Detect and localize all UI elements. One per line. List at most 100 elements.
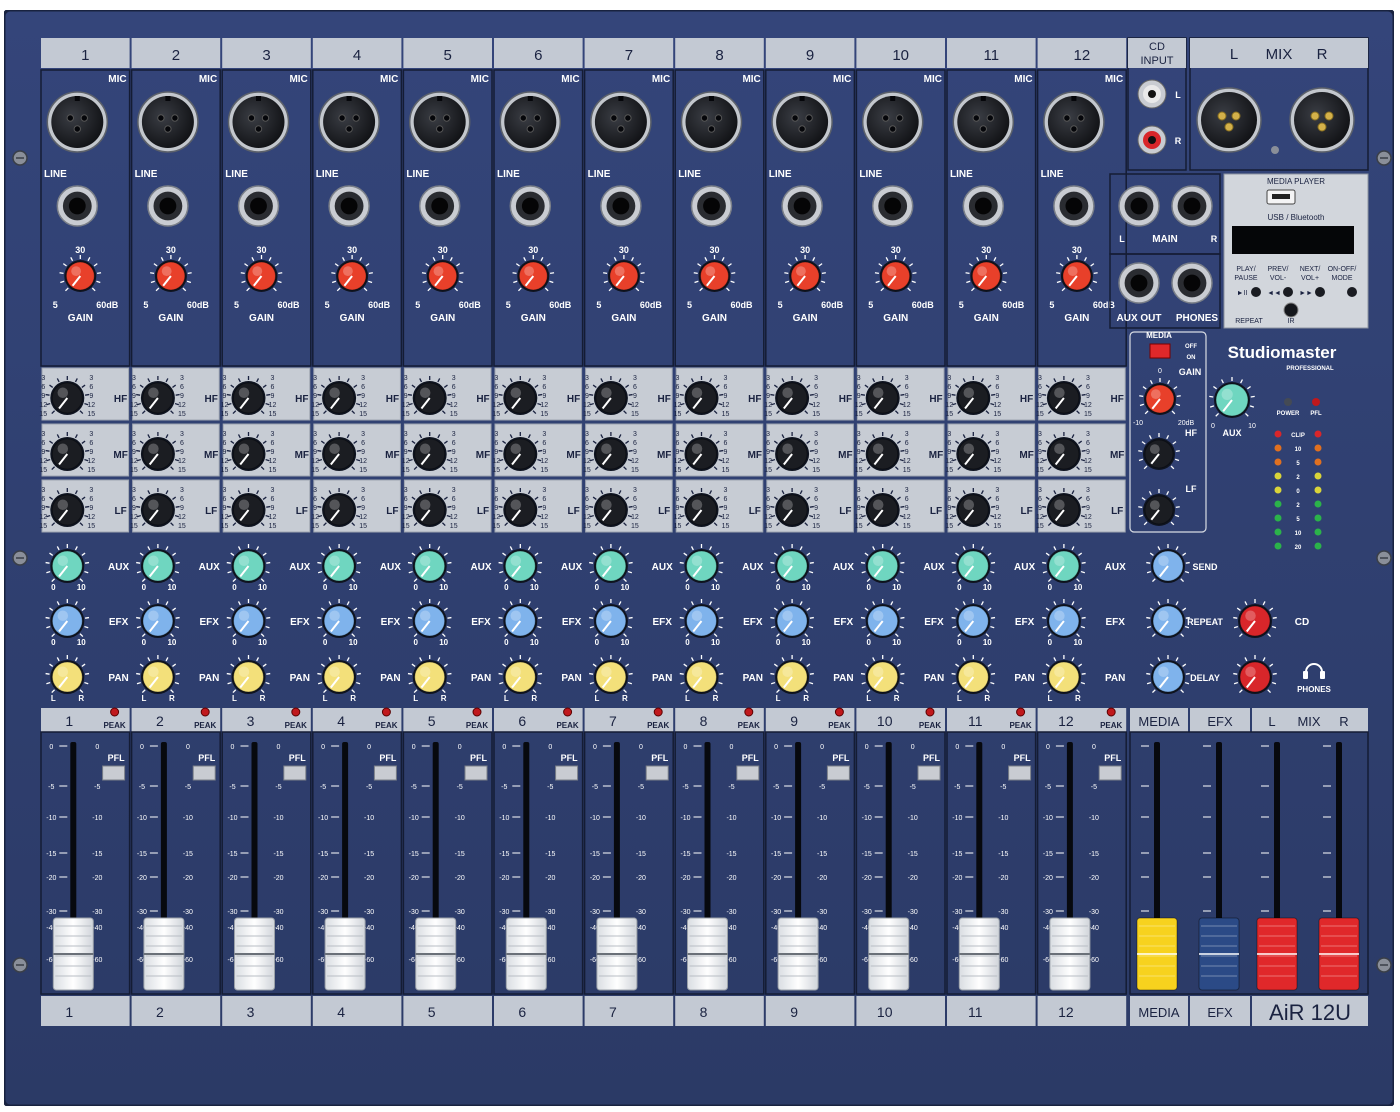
pan-knob-1[interactable]	[51, 661, 83, 693]
media-switch[interactable]	[1149, 343, 1171, 359]
eq-scale-right: 3	[89, 431, 93, 438]
knob-min-label: 0	[866, 638, 871, 647]
media-button-1[interactable]	[1283, 287, 1293, 297]
fader-scale-left: -20	[499, 875, 509, 882]
eq-scale-left: 6	[857, 440, 861, 447]
fader-scale-right: -5	[728, 784, 734, 791]
fader-scale-left: -30	[590, 909, 600, 916]
knob-max-label: 10	[349, 638, 358, 647]
eq-scale-left: 3	[766, 487, 770, 494]
jack-hole	[884, 197, 902, 215]
knob-tick	[150, 272, 155, 274]
eq-scale-right: 3	[542, 431, 546, 438]
fader-scale-right: -10	[908, 815, 918, 822]
fader-scale-right: -30	[545, 909, 555, 916]
media-button-label: MODE	[1332, 275, 1353, 282]
pfl-button-7[interactable]	[645, 765, 669, 781]
pfl-button-11[interactable]	[1008, 765, 1032, 781]
xlr-key	[165, 96, 171, 101]
fader-scale-left: -20	[318, 875, 328, 882]
eq-hf-knob-1[interactable]	[51, 382, 83, 414]
efx-knob-1[interactable]	[51, 605, 83, 637]
eq-scale-left: 15	[945, 411, 953, 418]
eq-scale-left: 15	[855, 411, 863, 418]
knob-highlight	[329, 499, 340, 510]
eq-scale-left: 15	[945, 523, 953, 530]
fader-scale-left: -5	[864, 784, 870, 791]
eq-scale-left: 12	[764, 402, 772, 409]
knob-highlight	[1054, 387, 1065, 398]
eq-scale-left: 6	[766, 440, 770, 447]
knob-max-label: 10	[620, 638, 629, 647]
eq-lf-knob-1[interactable]	[51, 494, 83, 526]
pfl-button-2[interactable]	[192, 765, 216, 781]
phones-out-label: PHONES	[1176, 313, 1219, 324]
media-button-2[interactable]	[1315, 287, 1325, 297]
eq-hf-label: HF	[839, 394, 852, 405]
aux-knob-1[interactable]	[51, 550, 83, 582]
knob-max-label: 10	[1073, 583, 1082, 592]
pfl-button-6[interactable]	[555, 765, 579, 781]
xlr-body	[776, 96, 829, 148]
eq-scale-right: 9	[180, 393, 184, 400]
knob-highlight	[510, 666, 522, 677]
pfl-button-3[interactable]	[283, 765, 307, 781]
media-button-3[interactable]	[1347, 287, 1357, 297]
pan-right-label: R	[803, 694, 809, 703]
eq-scale-right: 12	[87, 458, 95, 465]
fader-scale-right: -15	[455, 851, 465, 858]
knob-tick	[990, 449, 996, 452]
pfl-button-9[interactable]	[826, 765, 850, 781]
eq-scale-right: 3	[995, 375, 999, 382]
knob-min-label: 0	[51, 583, 56, 592]
meter-led-right	[1314, 542, 1322, 550]
channel-number-bottom: 1	[65, 1004, 73, 1020]
eq-scale-right: 9	[995, 449, 999, 456]
xlr-pin	[73, 125, 82, 133]
fader-scale-left: 0	[955, 744, 959, 751]
eq-scale-left: 12	[221, 514, 229, 521]
knob-highlight	[601, 499, 612, 510]
knob-tick	[860, 561, 866, 564]
eq-scale-left: 6	[404, 440, 408, 447]
channel-footer-bg	[131, 996, 221, 1026]
fader-scale-right: -5	[638, 784, 644, 791]
knob-tick	[266, 616, 271, 619]
pfl-button-4[interactable]	[373, 765, 397, 781]
knob-tick	[770, 449, 775, 452]
knob-tick	[447, 505, 452, 508]
pfl-button-12[interactable]	[1098, 765, 1122, 781]
channel-number-top: 10	[892, 47, 909, 64]
knob-tick	[175, 393, 180, 396]
knob-tick	[628, 616, 633, 619]
knob-max-label: 10	[802, 638, 811, 647]
eq-scale-left: 12	[130, 514, 138, 521]
eq-scale-left: 12	[855, 514, 863, 521]
pfl-button-5[interactable]	[464, 765, 488, 781]
xlr-pin	[443, 114, 451, 122]
pfl-button-1[interactable]	[102, 765, 126, 781]
knob-highlight	[796, 266, 806, 276]
fader-scale-left: -15	[499, 851, 509, 858]
fader-scale-right: -20	[1089, 875, 1099, 882]
knob-tick	[136, 616, 141, 619]
knob-highlight	[872, 666, 884, 677]
eq-scale-left: 12	[311, 514, 319, 521]
knob-highlight	[872, 610, 884, 621]
fader-scale-right: -30	[817, 909, 827, 916]
eq-scale-left: 9	[313, 449, 317, 456]
peak-led	[110, 707, 120, 717]
gain-label: GAIN	[68, 313, 93, 324]
eq-lf-label: LF	[114, 506, 126, 517]
media-button-0[interactable]	[1251, 287, 1261, 297]
eq-scale-left: 12	[583, 402, 591, 409]
eq-hf-label: HF	[748, 394, 761, 405]
eq-scale-left: 9	[947, 449, 951, 456]
eq-mf-knob-1[interactable]	[51, 438, 83, 470]
gain-label: GAIN	[793, 313, 818, 324]
pfl-button-8[interactable]	[736, 765, 760, 781]
eq-scale-left: 9	[41, 505, 45, 512]
pfl-button-10[interactable]	[917, 765, 941, 781]
knob-tick	[679, 616, 684, 619]
knob-tick	[951, 616, 956, 619]
